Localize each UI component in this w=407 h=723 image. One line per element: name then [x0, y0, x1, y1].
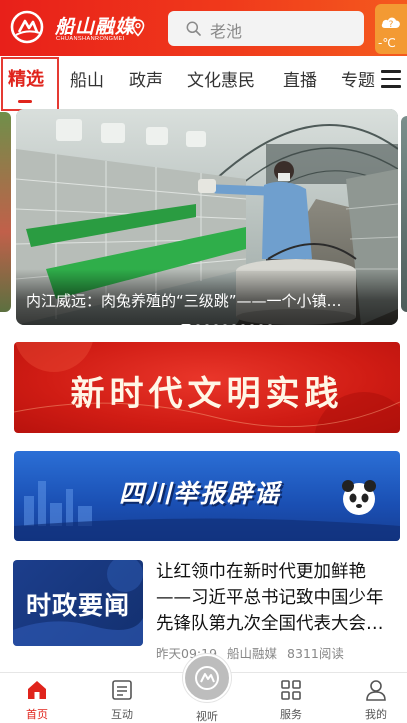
nav-interaction[interactable]: 互动 [92, 673, 152, 723]
tab-zhengsheng[interactable]: 政声 [129, 66, 163, 91]
pagination-dot[interactable] [205, 323, 209, 325]
civilization-banner-title: 新时代文明实践 [70, 374, 344, 414]
nav-home-label: 首页 [26, 708, 48, 721]
news-meta: 昨天09:19 船山融媒 8311阅读 [156, 643, 354, 662]
sichuan-rumor-report-banner[interactable]: 四川举报辟谣 [14, 451, 400, 541]
weather-temperature: -℃ [378, 36, 396, 50]
app-header: 船山融媒 CHUANSHANRONGMEI 老池 ? -℃ [0, 0, 407, 56]
pagination-dot[interactable] [259, 323, 263, 325]
search-input[interactable]: 老池 [168, 11, 364, 46]
nav-services-label: 服务 [280, 708, 302, 721]
nav-video-center-button[interactable] [183, 654, 231, 702]
hamburger-menu-icon[interactable] [381, 70, 401, 88]
nav-profile-label: 我的 [365, 708, 387, 721]
carousel-pagination [181, 315, 277, 325]
video-logo-icon [195, 666, 219, 690]
tab-zhibo[interactable]: 直播 [283, 66, 317, 91]
news-headline[interactable]: 让红领巾在新时代更加鲜艳——习近平总书记致中国少年先锋队第九次全国代表大会… [156, 559, 400, 637]
search-icon [186, 21, 201, 36]
news-thumbnail[interactable]: 时政要闻 [13, 560, 143, 646]
pagination-dot[interactable] [223, 323, 227, 325]
tab-wenhua-huimin[interactable]: 文化惠民 [187, 66, 255, 91]
pagination-dot-active[interactable] [181, 323, 191, 325]
carousel-caption: 内江威远：肉兔养殖的“三级跳”——一个小镇… [26, 292, 342, 310]
nav-home[interactable]: 首页 [7, 673, 67, 723]
previous-slide-peek[interactable] [0, 112, 11, 312]
svg-text:?: ? [389, 20, 394, 30]
search-placeholder: 老池 [210, 22, 243, 41]
news-source: 船山融媒 [227, 646, 278, 661]
next-slide-peek[interactable] [401, 116, 407, 312]
pagination-dot[interactable] [196, 323, 200, 325]
interaction-icon [112, 680, 132, 700]
carousel-slide[interactable]: 内江威远：肉兔养殖的“三级跳”——一个小镇… [16, 109, 398, 325]
app-logo-icon[interactable] [10, 10, 50, 44]
location-pin-icon[interactable] [131, 19, 145, 37]
nav-video-label: 视听 [196, 710, 218, 723]
grid-services-icon [281, 680, 301, 700]
nav-interaction-label: 互动 [111, 708, 133, 721]
nav-profile[interactable]: 我的 [346, 673, 406, 723]
pagination-dot[interactable] [268, 323, 272, 325]
tab-zhuanti[interactable]: 专题 [341, 66, 375, 91]
pagination-dot[interactable] [250, 323, 254, 325]
weather-icon: ? [381, 17, 400, 30]
pagination-dot[interactable] [232, 323, 236, 325]
home-icon [28, 681, 46, 699]
brand-subtitle: CHUANSHANRONGMEI [56, 36, 125, 42]
rumor-banner-title: 四川举报辟谣 [119, 479, 282, 508]
news-thumbnail-label: 时政要闻 [25, 591, 130, 620]
profile-icon [366, 680, 386, 701]
tab-chuanshan[interactable]: 船山 [70, 66, 104, 91]
weather-widget[interactable]: ? -℃ [375, 4, 407, 54]
brand-name: 船山融媒 [55, 16, 136, 38]
nav-services[interactable]: 服务 [261, 673, 321, 723]
banner-carousel[interactable]: 内江威远：肉兔养殖的“三级跳”——一个小镇… [0, 108, 407, 328]
civilization-practice-banner[interactable]: 新时代文明实践 [14, 342, 400, 433]
pagination-dot[interactable] [241, 323, 245, 325]
channel-tab-bar: 精选 船山 政声 文化惠民 直播 专题 [0, 56, 407, 111]
tab-selection-outline [1, 57, 59, 111]
pagination-dot[interactable] [214, 323, 218, 325]
news-read-count: 8311阅读 [287, 646, 344, 661]
